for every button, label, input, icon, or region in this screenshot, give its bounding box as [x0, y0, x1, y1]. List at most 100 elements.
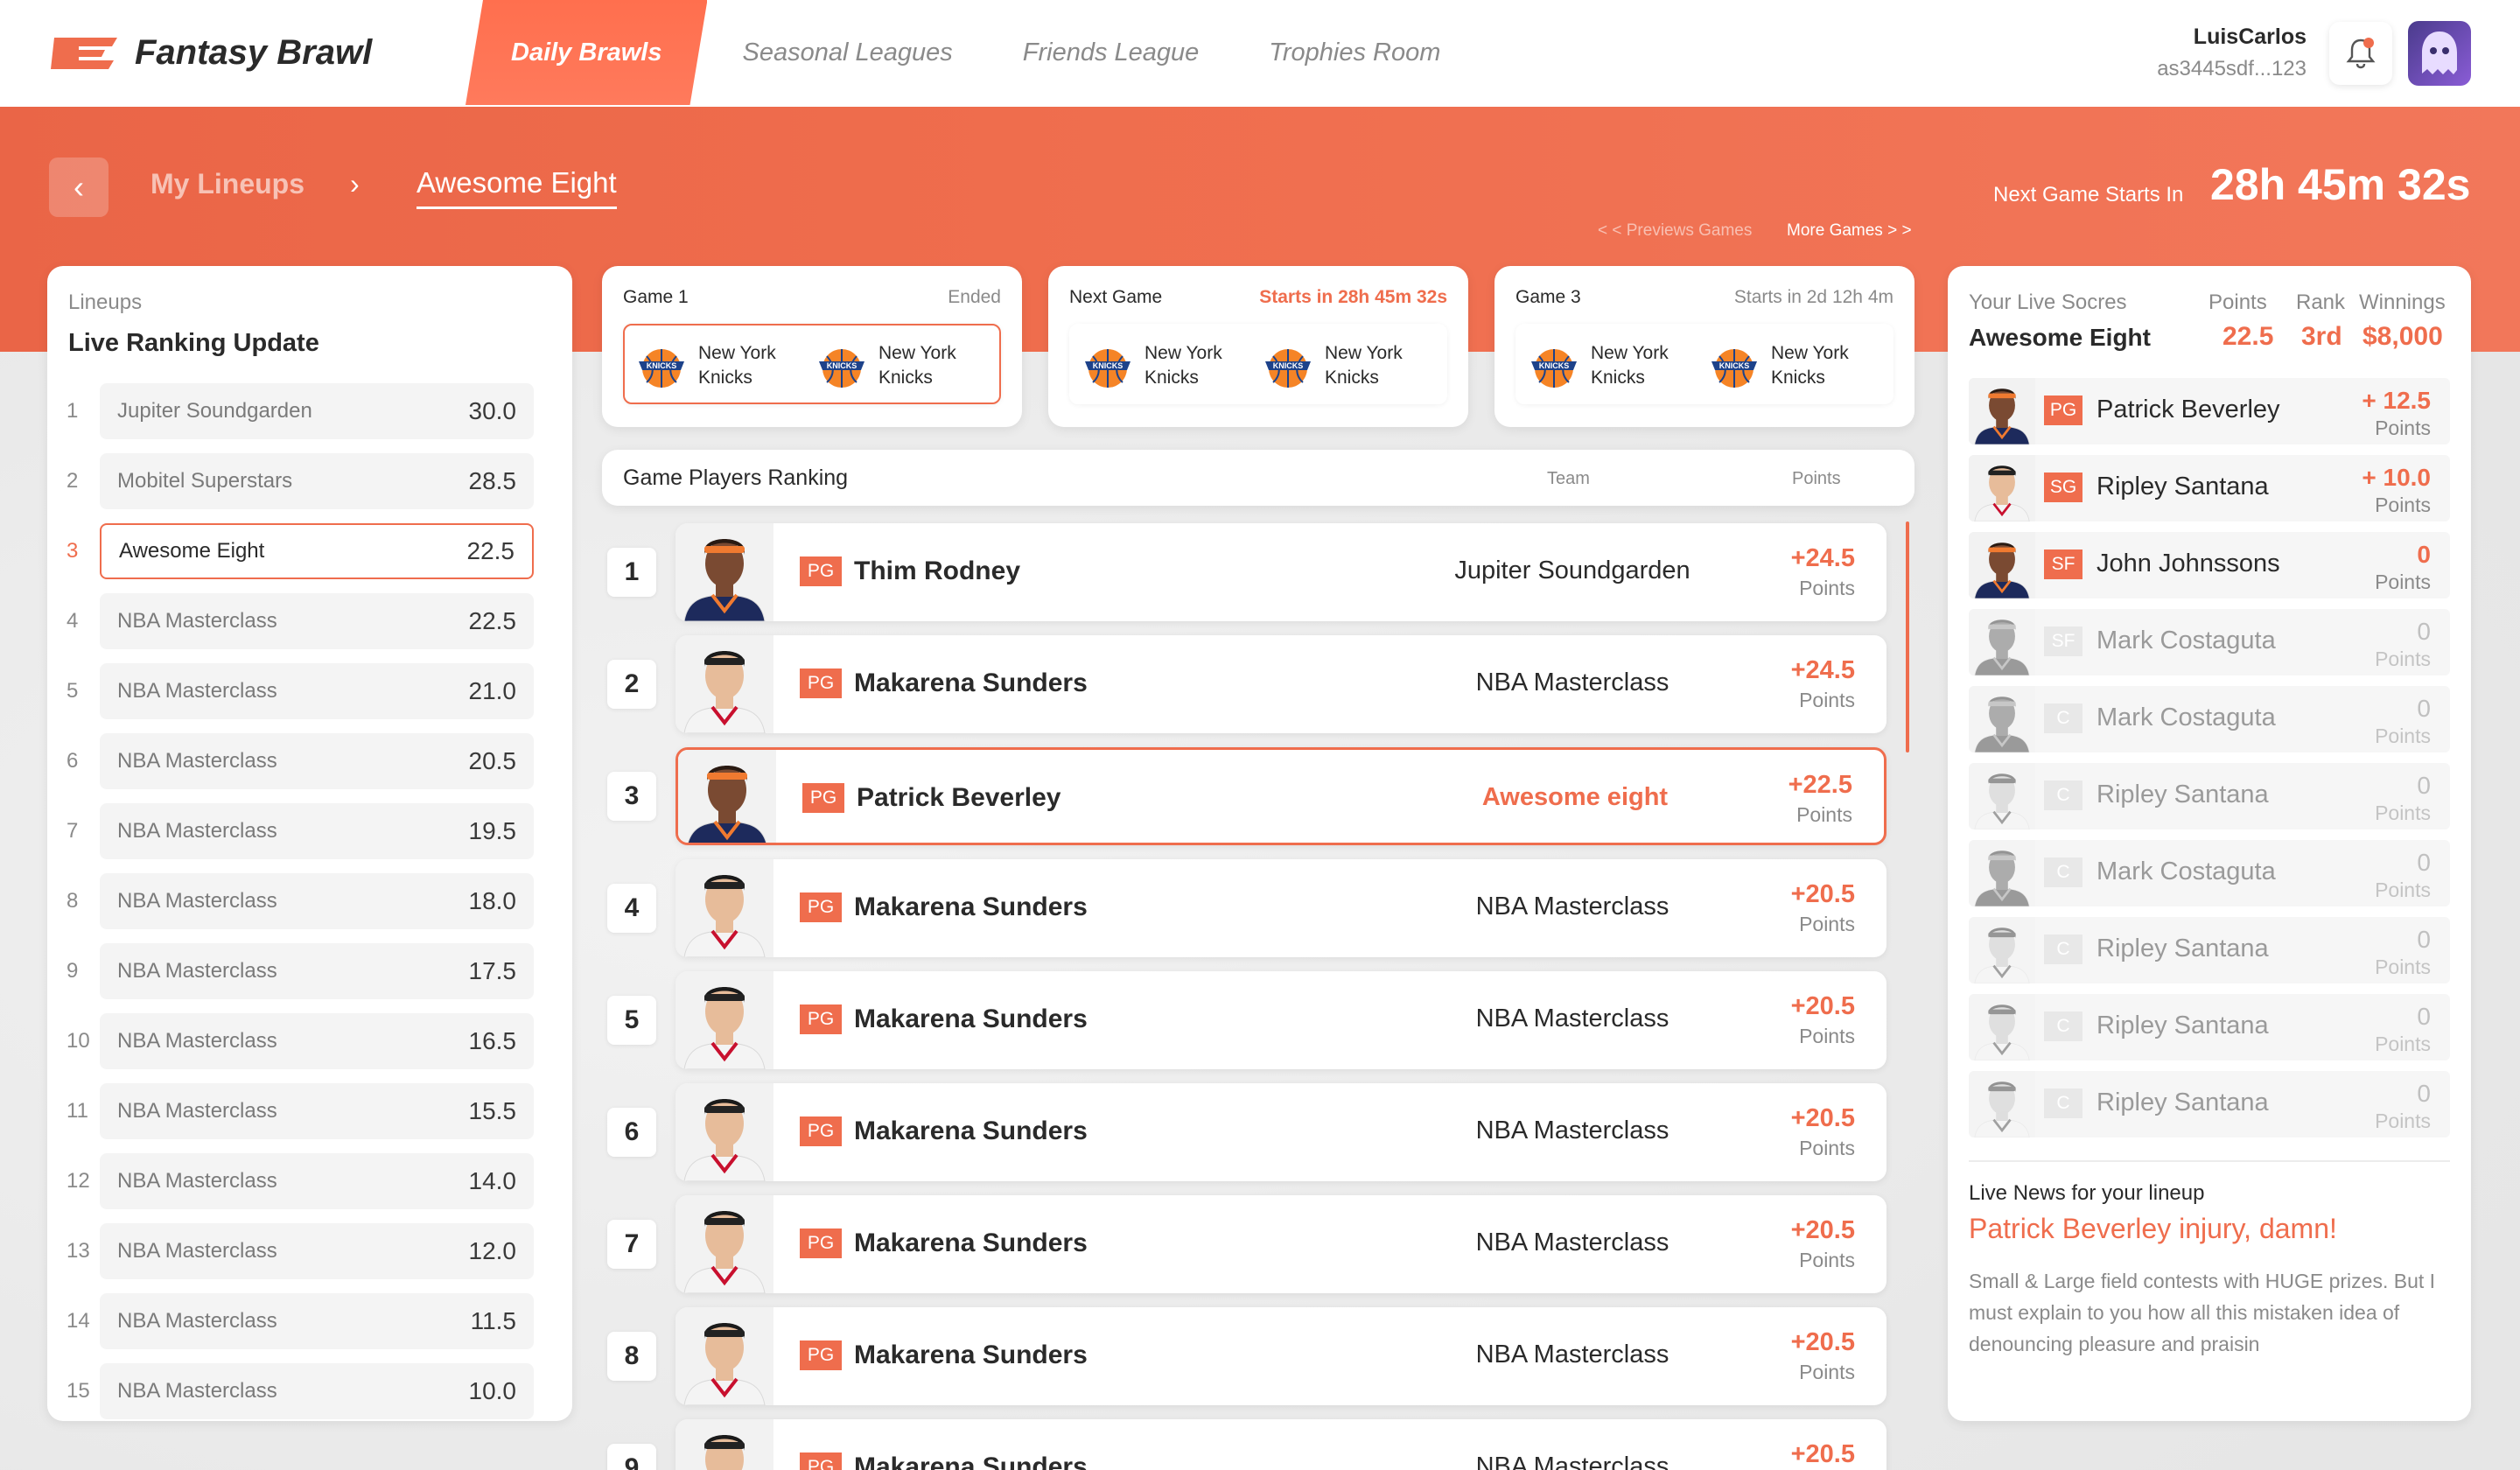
live-scores-winnings: $8,000 [2362, 322, 2443, 351]
lineup-row[interactable]: 1 Jupiter Soundgarden 30.0 [66, 383, 546, 439]
lineup-box[interactable]: NBA Masterclass 10.0 [100, 1363, 534, 1419]
lineup-box[interactable]: NBA Masterclass 18.0 [100, 873, 534, 929]
points-unit: Points [1799, 1249, 1855, 1271]
lineup-box[interactable]: NBA Masterclass 11.5 [100, 1293, 534, 1349]
player-photo [676, 1083, 774, 1181]
ranking-row[interactable]: PGMakarena SundersNBA Masterclass+20.5Po… [676, 971, 1886, 1069]
player-photo-icon [676, 1419, 774, 1470]
lineup-box[interactable]: Mobitel Superstars 28.5 [100, 453, 534, 509]
ranking-row[interactable]: PGMakarena SundersNBA Masterclass+20.5Po… [676, 859, 1886, 957]
lineup-box[interactable]: NBA Masterclass 22.5 [100, 593, 534, 649]
lineup-player-row[interactable]: C Mark Costaguta 0 Points [1969, 840, 2450, 906]
lineup-player-row[interactable]: C Mark Costaguta 0 Points [1969, 686, 2450, 752]
player-name: Thim Rodney [854, 556, 1021, 585]
lineup-box[interactable]: NBA Masterclass 17.5 [100, 943, 534, 999]
ranking-position: 9 [607, 1444, 656, 1470]
ranking-row[interactable]: PGMakarena SundersNBA Masterclass+20.5Po… [676, 1195, 1886, 1293]
user-id: as3445sdf...123 [2157, 57, 2306, 80]
game-status: Ended [948, 287, 1001, 307]
lineup-player-row[interactable]: SF John Johnssons 0 Points [1969, 532, 2450, 598]
lineup-box[interactable]: NBA Masterclass 12.0 [100, 1223, 534, 1279]
player-points: 0 [2417, 849, 2431, 876]
game-matchup[interactable]: KNICKS New York Knicks KNICKS New York K… [623, 324, 1001, 404]
nav-tab-daily-brawls[interactable]: Daily Brawls [466, 0, 707, 105]
more-games-link[interactable]: More Games > > [1787, 221, 1912, 241]
ranking-row[interactable]: PGMakarena SundersNBA Masterclass+20.5Po… [676, 1083, 1886, 1181]
lineup-row[interactable]: 3 Awesome Eight 22.5 [66, 523, 546, 579]
lineup-row[interactable]: 4 NBA Masterclass 22.5 [66, 593, 546, 649]
lineup-rank: 2 [66, 469, 79, 493]
app-logo[interactable]: Fantasy Brawl [49, 33, 372, 73]
player-photo-icon [1969, 840, 2035, 906]
ranking-row[interactable]: PGMakarena SundersNBA Masterclass+20.5Po… [676, 1307, 1886, 1405]
points-unit: Points [2375, 416, 2431, 439]
nav-tab-friends-league[interactable]: Friends League [988, 0, 1235, 105]
app-name: Fantasy Brawl [135, 33, 373, 72]
lineup-row[interactable]: 14 NBA Masterclass 11.5 [66, 1293, 546, 1349]
lineup-box[interactable]: Jupiter Soundgarden 30.0 [100, 383, 534, 439]
lineup-row[interactable]: 13 NBA Masterclass 12.0 [66, 1223, 546, 1279]
previous-games-link[interactable]: < < Previews Games [1598, 221, 1752, 241]
breadcrumb-my-lineups[interactable]: My Lineups [150, 168, 304, 200]
points-unit: Points [2375, 802, 2431, 824]
ranking-row[interactable]: PG Thim Rodney Jupiter Soundgarden +24.5 Poi… [676, 523, 1886, 621]
lineup-player-row[interactable]: SF Mark Costaguta 0 Points [1969, 609, 2450, 676]
lineup-score: 17.5 [468, 957, 517, 984]
game-card[interactable]: Game 1 Ended KNICKS New York Knicks KNICK… [602, 266, 1022, 427]
lineup-row[interactable]: 7 NBA Masterclass 19.5 [66, 803, 546, 859]
lineup-box[interactable]: NBA Masterclass 14.0 [100, 1153, 534, 1209]
user-avatar[interactable] [2408, 21, 2471, 86]
lineup-box[interactable]: NBA Masterclass 15.5 [100, 1083, 534, 1139]
nav-tab-trophies-room[interactable]: Trophies Room [1234, 0, 1475, 105]
lineup-player-row[interactable]: SG Ripley Santana + 10.0 Points [1969, 455, 2450, 522]
lineup-player-row[interactable]: C Ripley Santana 0 Points [1969, 763, 2450, 830]
player-photo-icon [676, 635, 774, 733]
ghost-avatar-icon [2422, 32, 2457, 74]
lineup-box[interactable]: NBA Masterclass 16.5 [100, 1013, 534, 1069]
lineup-box[interactable]: Awesome Eight 22.5 [100, 523, 534, 579]
player-points: +22.5 Points [1788, 771, 1852, 827]
player-photo [678, 750, 776, 843]
svg-text:KNICKS: KNICKS [1093, 361, 1124, 370]
team-name: New York Knicks [1771, 343, 1849, 388]
game-matchup[interactable]: KNICKS New York Knicks KNICKS New York K… [1516, 324, 1894, 404]
game-card[interactable]: Next Game Starts in 28h 45m 32s KNICKS Ne… [1048, 266, 1468, 427]
ranking-col-points: Points [1792, 469, 1841, 488]
position-badge: C [2044, 1012, 2082, 1041]
lineup-row[interactable]: 10 NBA Masterclass 16.5 [66, 1013, 546, 1069]
back-button[interactable]: ‹ [49, 158, 108, 217]
lineup-player-row[interactable]: C Ripley Santana 0 Points [1969, 1071, 2450, 1138]
player-photo [1969, 763, 2035, 830]
lineup-player-row[interactable]: C Ripley Santana 0 Points [1969, 917, 2450, 984]
game-matchup[interactable]: KNICKS New York Knicks KNICKS New York K… [1069, 324, 1447, 404]
ranking-row[interactable]: PG Makarena Sunders NBA Masterclass +24.5 Po… [676, 635, 1886, 733]
lineup-player-row[interactable]: PG Patrick Beverley + 12.5 Points [1969, 378, 2450, 444]
game-card[interactable]: Game 3 Starts in 2d 12h 4m KNICKS New Yor… [1494, 266, 1914, 427]
nav-tab-seasonal-leagues[interactable]: Seasonal Leagues [707, 0, 987, 105]
player-photo-icon [1969, 1071, 2035, 1138]
notifications-button[interactable] [2329, 22, 2392, 85]
lineup-row[interactable]: 9 NBA Masterclass 17.5 [66, 943, 546, 999]
player-name: Ripley Santana [2096, 1088, 2269, 1116]
lineup-player-row[interactable]: C Ripley Santana 0 Points [1969, 994, 2450, 1060]
ranking-row[interactable]: PGMakarena SundersNBA Masterclass+20.5Po… [676, 1419, 1886, 1470]
lineup-box[interactable]: NBA Masterclass 19.5 [100, 803, 534, 859]
lineup-name: NBA Masterclass [117, 1309, 277, 1333]
lineup-row[interactable]: 8 NBA Masterclass 18.0 [66, 873, 546, 929]
next-game-label: Next Game Starts In [1993, 183, 2184, 206]
lineup-row[interactable]: 6 NBA Masterclass 20.5 [66, 733, 546, 789]
ranking-row[interactable]: PG Patrick Beverley Awesome eight +22.5 Poin… [676, 747, 1886, 845]
player-photo [676, 971, 774, 1069]
lineup-row[interactable]: 11 NBA Masterclass 15.5 [66, 1083, 546, 1139]
lineup-row[interactable]: 2 Mobitel Superstars 28.5 [66, 453, 546, 509]
lineup-box[interactable]: NBA Masterclass 20.5 [100, 733, 534, 789]
lineup-row[interactable]: 5 NBA Masterclass 21.0 [66, 663, 546, 719]
team-name: New York Knicks [1325, 343, 1403, 388]
lineup-box[interactable]: NBA Masterclass 21.0 [100, 663, 534, 719]
news-headline[interactable]: Patrick Beverley injury, damn! [1969, 1213, 2337, 1245]
lineup-row[interactable]: 15 NBA Masterclass 10.0 [66, 1363, 546, 1419]
lineup-row[interactable]: 12 NBA Masterclass 14.0 [66, 1153, 546, 1209]
user-info[interactable]: LuisCarlos as3445sdf...123 [2157, 24, 2306, 81]
ranking-scrollbar[interactable] [1906, 522, 1909, 752]
lineup-rank: 14 [66, 1309, 90, 1333]
